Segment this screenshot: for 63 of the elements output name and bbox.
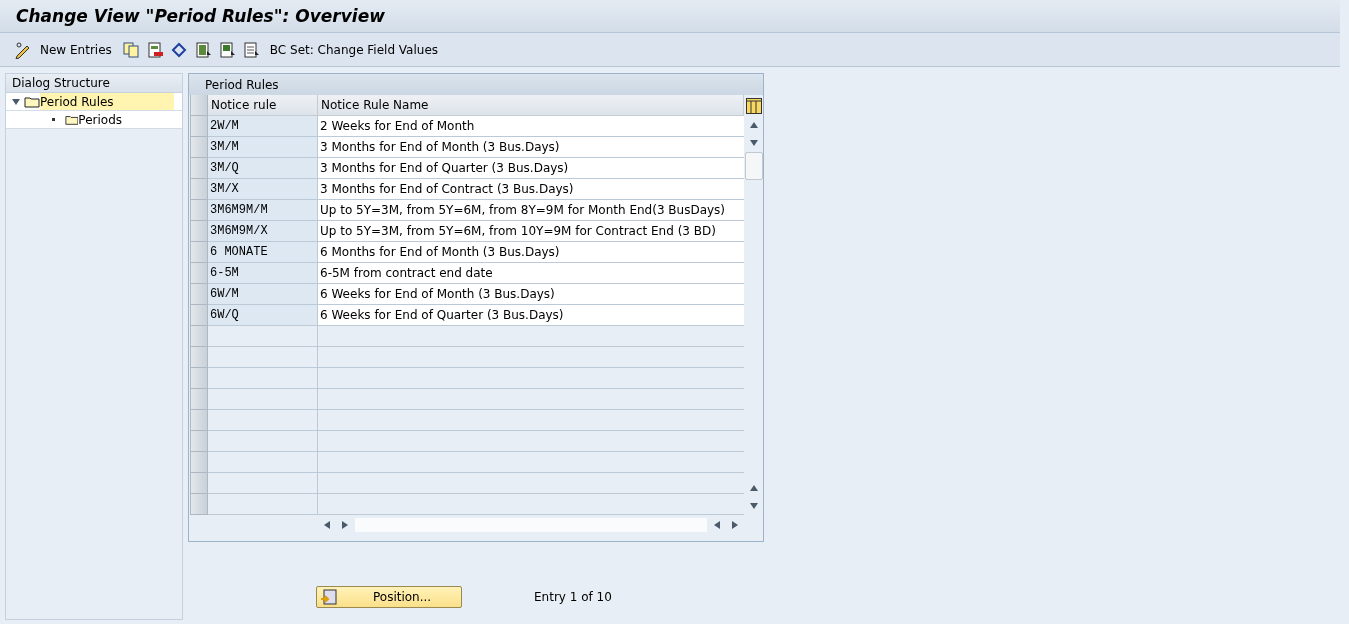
table-cell: 2 Weeks for End of Month — [318, 116, 744, 137]
row-selector[interactable] — [190, 494, 208, 515]
folder-icon — [64, 113, 79, 126]
row-selector[interactable] — [190, 473, 208, 494]
entry-count: Entry 1 of 10 — [534, 590, 612, 604]
table-cell: 6 MONATE — [208, 242, 318, 263]
new-entries-button[interactable]: New Entries — [10, 38, 116, 61]
select-all-icon[interactable] — [193, 40, 212, 59]
table-cell: 6-5M from contract end date — [318, 263, 744, 284]
row-selector[interactable] — [190, 242, 208, 263]
toolbar-button[interactable]: BC Set: Change Field Values — [265, 40, 443, 59]
panel-header: Dialog Structure — [6, 74, 182, 93]
row-selector[interactable] — [190, 221, 208, 242]
table-cell: 3M6M9M/M — [208, 200, 318, 221]
table-cell: 3M/M — [208, 137, 318, 158]
table-cell: 6W/Q — [208, 305, 318, 326]
table-cell: 3 Months for End of Quarter (3 Bus.Days) — [318, 158, 744, 179]
deselect-icon[interactable] — [241, 40, 260, 59]
table-cell: 3M/X — [208, 179, 318, 200]
table-cell: 6W/M — [208, 284, 318, 305]
table-cell: Up to 5Y=3M, from 5Y=6M, from 8Y=9M for Month End(3 BusDays) — [318, 200, 744, 221]
copy-icon[interactable] — [121, 40, 140, 59]
table-cell: 6 Months for End of Month (3 Bus.Days) — [318, 242, 744, 263]
bullet-icon — [52, 118, 55, 121]
row-selector[interactable] — [190, 326, 208, 347]
table-cell: Up to 5Y=3M, from 5Y=6M, from 10Y=9M for Contract End (3 BD) — [318, 221, 744, 242]
delete-rows-icon[interactable] — [145, 40, 164, 59]
table-cell: 3M/Q — [208, 158, 318, 179]
column-header[interactable]: Notice Rule Name — [318, 95, 744, 116]
pencil-icon — [14, 40, 32, 59]
row-selector[interactable] — [190, 389, 208, 410]
row-selector[interactable] — [190, 284, 208, 305]
column-settings-icon[interactable] — [745, 95, 762, 116]
row-selector[interactable] — [190, 116, 208, 137]
row-selector[interactable] — [190, 158, 208, 179]
table-cell: 3M6M9M/X — [208, 221, 318, 242]
tree-item[interactable]: Period Rules — [40, 93, 174, 110]
row-selector[interactable] — [190, 347, 208, 368]
row-selector[interactable] — [190, 410, 208, 431]
table-cell: 3 Months for End of Contract (3 Bus.Days) — [318, 179, 744, 200]
column-header[interactable]: Notice rule — [208, 95, 318, 116]
row-selector[interactable] — [190, 179, 208, 200]
expanded-caret-icon[interactable] — [12, 98, 20, 105]
table-cell: 2W/M — [208, 116, 318, 137]
table-cell: 3 Months for End of Month (3 Bus.Days) — [318, 137, 744, 158]
position-button[interactable]: Position... — [316, 586, 462, 608]
window-title: Change View "Period Rules": Overview — [16, 6, 385, 26]
select-block-icon[interactable] — [217, 40, 236, 59]
table-cell: 6 Weeks for End of Month (3 Bus.Days) — [318, 284, 744, 305]
folder-icon — [24, 95, 40, 108]
table-cell: 6-5M — [208, 263, 318, 284]
table-title: Period Rules — [189, 74, 763, 95]
scroll-thumb[interactable] — [744, 152, 763, 180]
table-cell: 6 Weeks for End of Quarter (3 Bus.Days) — [318, 305, 744, 326]
row-selector[interactable] — [190, 431, 208, 452]
row-selector[interactable] — [190, 263, 208, 284]
row-selector[interactable] — [190, 137, 208, 158]
row-selector[interactable] — [190, 305, 208, 326]
row-selector[interactable] — [190, 452, 208, 473]
row-selector[interactable] — [190, 200, 208, 221]
position-icon — [321, 589, 337, 605]
select-all-handle[interactable] — [190, 95, 208, 116]
row-selector[interactable] — [190, 368, 208, 389]
